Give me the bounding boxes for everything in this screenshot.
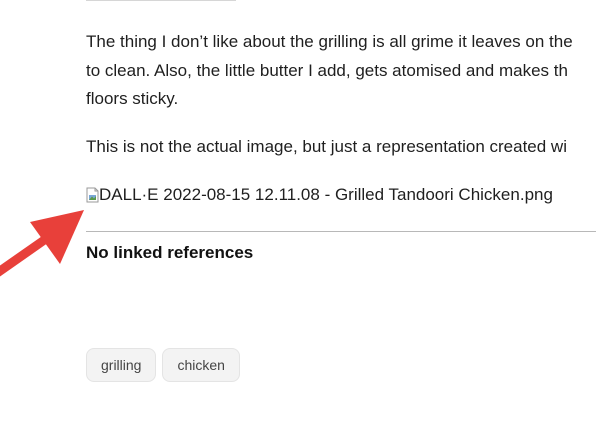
note-page: The thing I don’t like about the grillin…	[0, 0, 596, 436]
cut-off-text-line	[86, 0, 236, 1]
representation-note: This is not the actual image, but just a…	[86, 137, 567, 156]
image-alt-text: DALL·E 2022-08-15 12.11.08 - Grilled Tan…	[99, 185, 553, 204]
paragraph-line-2: to clean. Also, the little butter I add,…	[86, 61, 568, 80]
linked-references-heading: No linked references	[86, 243, 254, 262]
tag-grilling[interactable]: grilling	[86, 348, 157, 382]
broken-image-icon	[86, 187, 99, 203]
embedded-image[interactable]: DALL·E 2022-08-15 12.11.08 - Grilled Tan…	[86, 182, 553, 208]
section-divider	[86, 231, 596, 232]
paragraph-line-1: The thing I don’t like about the grillin…	[86, 32, 573, 51]
tag-list: grilling chicken	[86, 348, 240, 382]
paragraph-line-3: floors sticky.	[86, 89, 179, 108]
partial-text-line	[86, 0, 596, 20]
tag-chicken[interactable]: chicken	[162, 348, 240, 382]
